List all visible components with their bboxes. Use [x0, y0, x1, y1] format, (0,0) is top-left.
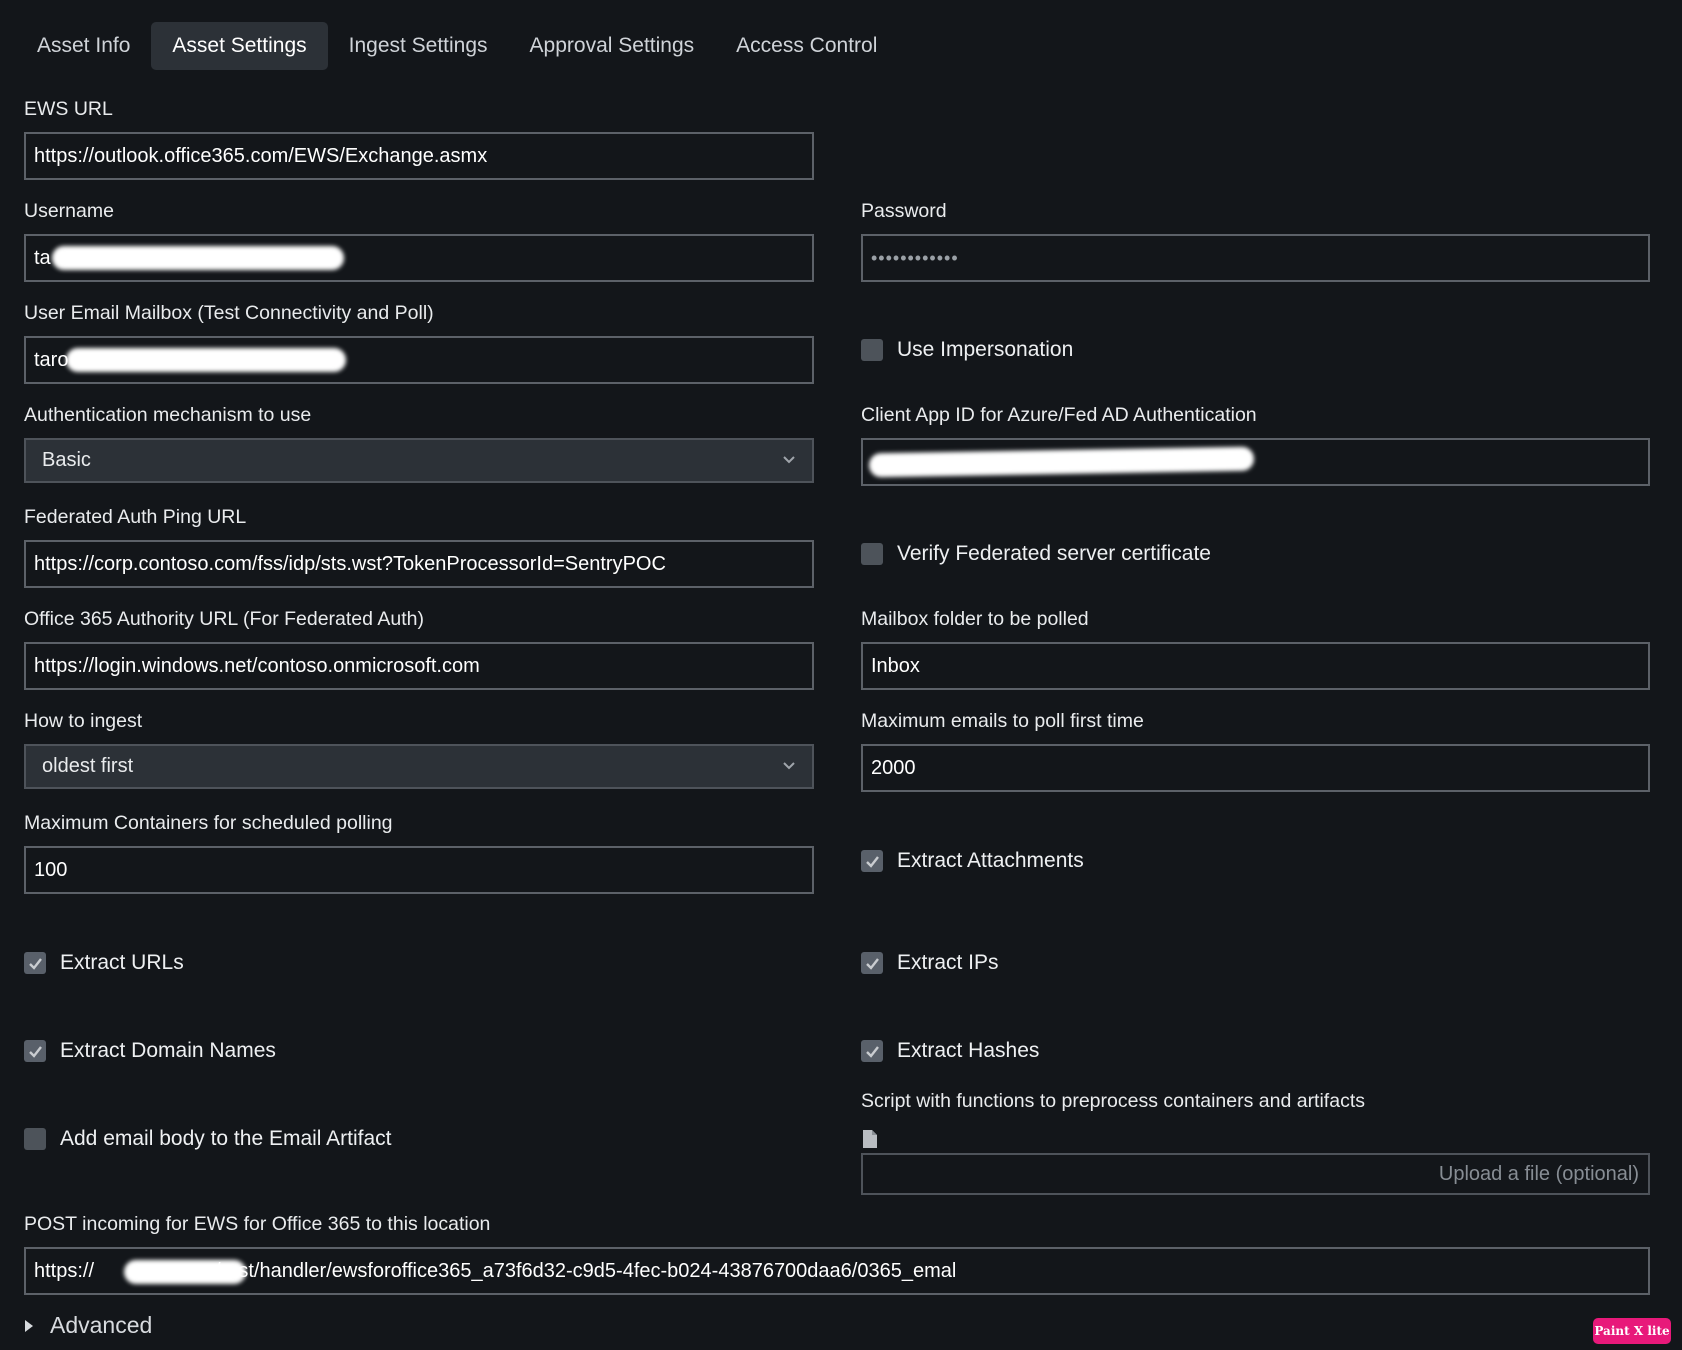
extract-attachments-label: Extract Attachments: [897, 849, 1084, 872]
ews-url-field: EWS URL https://outlook.office365.com/EW…: [24, 96, 814, 180]
o365-authority-input[interactable]: https://login.windows.net/contoso.onmicr…: [24, 642, 814, 690]
use-impersonation-checkbox[interactable]: Use Impersonation: [861, 338, 1073, 362]
how-to-ingest-field: How to ingest oldest first: [24, 708, 814, 789]
advanced-label: Advanced: [50, 1312, 153, 1338]
chevron-down-icon: [783, 456, 795, 464]
tab-bar: Asset Info Asset Settings Ingest Setting…: [16, 22, 898, 70]
password-field: Password ••••••••••••: [861, 198, 1650, 282]
advanced-toggle[interactable]: Advanced: [24, 1312, 152, 1339]
max-emails-label: Maximum emails to poll first time: [861, 710, 1144, 732]
tab-asset-settings[interactable]: Asset Settings: [151, 22, 328, 70]
username-label: Username: [24, 200, 114, 222]
how-to-ingest-select[interactable]: oldest first: [24, 744, 814, 789]
username-input[interactable]: ta: [24, 234, 814, 282]
script-upload-input[interactable]: Upload a file (optional): [861, 1153, 1650, 1195]
extract-ips-label: Extract IPs: [897, 951, 999, 974]
ews-url-label: EWS URL: [24, 98, 113, 120]
auth-mechanism-select[interactable]: Basic: [24, 438, 814, 483]
mailbox-folder-input[interactable]: Inbox: [861, 642, 1650, 690]
how-to-ingest-value: oldest first: [42, 755, 134, 777]
max-emails-input[interactable]: 2000: [861, 744, 1650, 792]
extract-domains-label: Extract Domain Names: [60, 1039, 276, 1062]
how-to-ingest-label: How to ingest: [24, 710, 143, 732]
auth-mechanism-field: Authentication mechanism to use Basic: [24, 402, 814, 483]
max-containers-label: Maximum Containers for scheduled polling: [24, 812, 393, 834]
extract-ips-checkbox[interactable]: Extract IPs: [861, 951, 999, 975]
checkbox-box[interactable]: [24, 1040, 46, 1062]
mailbox-field: User Email Mailbox (Test Connectivity an…: [24, 300, 814, 384]
checkbox-box[interactable]: [861, 1040, 883, 1062]
post-location-label: POST incoming for EWS for Office 365 to …: [24, 1213, 491, 1235]
password-label: Password: [861, 200, 947, 222]
post-location-prefix: https://: [34, 1260, 95, 1282]
redaction-mark: [868, 446, 1255, 478]
redaction-mark: [52, 246, 344, 270]
checkmark-icon: [865, 1045, 879, 1058]
add-email-body-checkbox[interactable]: Add email body to the Email Artifact: [24, 1127, 392, 1151]
extract-domains-checkbox[interactable]: Extract Domain Names: [24, 1039, 276, 1063]
fed-ping-url-field: Federated Auth Ping URL https://corp.con…: [24, 504, 814, 588]
post-location-input[interactable]: https:// /rest/handler/ewsforoffice365_a7…: [24, 1247, 1650, 1295]
extract-urls-checkbox[interactable]: Extract URLs: [24, 951, 184, 975]
redaction-mark: [124, 1260, 246, 1284]
tab-approval-settings[interactable]: Approval Settings: [509, 22, 716, 70]
checkmark-icon: [28, 957, 42, 970]
tab-access-control[interactable]: Access Control: [715, 22, 898, 70]
username-field: Username ta: [24, 198, 814, 282]
mailbox-folder-field: Mailbox folder to be polled Inbox: [861, 606, 1650, 690]
username-value: ta: [34, 247, 51, 269]
extract-hashes-label: Extract Hashes: [897, 1039, 1040, 1062]
add-email-body-label: Add email body to the Email Artifact: [60, 1127, 392, 1150]
use-impersonation-label: Use Impersonation: [897, 338, 1074, 361]
extract-urls-label: Extract URLs: [60, 951, 184, 974]
checkmark-icon: [865, 855, 879, 868]
extract-attachments-checkbox[interactable]: Extract Attachments: [861, 849, 1084, 873]
fed-ping-url-label: Federated Auth Ping URL: [24, 506, 247, 528]
script-label: Script with functions to preprocess cont…: [861, 1090, 1365, 1112]
checkbox-box[interactable]: [861, 952, 883, 974]
auth-mechanism-label: Authentication mechanism to use: [24, 404, 312, 426]
ews-url-input[interactable]: https://outlook.office365.com/EWS/Exchan…: [24, 132, 814, 180]
checkbox-box[interactable]: [24, 1128, 46, 1150]
checkmark-icon: [865, 957, 879, 970]
tab-asset-info[interactable]: Asset Info: [16, 22, 151, 70]
watermark-badge: Paint X lite: [1593, 1318, 1671, 1344]
mailbox-folder-label: Mailbox folder to be polled: [861, 608, 1089, 630]
max-emails-field: Maximum emails to poll first time 2000: [861, 708, 1650, 792]
auth-mechanism-value: Basic: [42, 449, 91, 471]
extract-hashes-checkbox[interactable]: Extract Hashes: [861, 1039, 1039, 1063]
mailbox-value: taro: [34, 349, 69, 371]
checkbox-box[interactable]: [24, 952, 46, 974]
max-containers-input[interactable]: 100: [24, 846, 814, 894]
tab-ingest-settings[interactable]: Ingest Settings: [328, 22, 509, 70]
checkmark-icon: [28, 1045, 42, 1058]
verify-fed-cert-checkbox[interactable]: Verify Federated server certificate: [861, 542, 1211, 566]
max-containers-field: Maximum Containers for scheduled polling…: [24, 810, 814, 894]
o365-authority-field: Office 365 Authority URL (For Federated …: [24, 606, 814, 690]
verify-fed-cert-label: Verify Federated server certificate: [897, 542, 1211, 565]
password-input[interactable]: ••••••••••••: [861, 234, 1650, 282]
chevron-down-icon: [783, 762, 795, 770]
post-location-suffix: /rest/handler/ewsforoffice365_a73f6d32-c…: [215, 1260, 957, 1282]
fed-ping-url-input[interactable]: https://corp.contoso.com/fss/idp/sts.wst…: [24, 540, 814, 588]
o365-authority-label: Office 365 Authority URL (For Federated …: [24, 608, 424, 630]
file-icon: [863, 1130, 877, 1148]
mailbox-label: User Email Mailbox (Test Connectivity an…: [24, 302, 434, 324]
client-app-id-field: Client App ID for Azure/Fed AD Authentic…: [861, 402, 1650, 486]
redaction-mark: [66, 348, 346, 372]
client-app-id-input[interactable]: [861, 438, 1650, 486]
checkbox-box[interactable]: [861, 543, 883, 565]
caret-right-icon: [25, 1319, 33, 1332]
mailbox-input[interactable]: taro: [24, 336, 814, 384]
checkbox-box[interactable]: [861, 339, 883, 361]
checkbox-box[interactable]: [861, 850, 883, 872]
client-app-id-label: Client App ID for Azure/Fed AD Authentic…: [861, 404, 1257, 426]
